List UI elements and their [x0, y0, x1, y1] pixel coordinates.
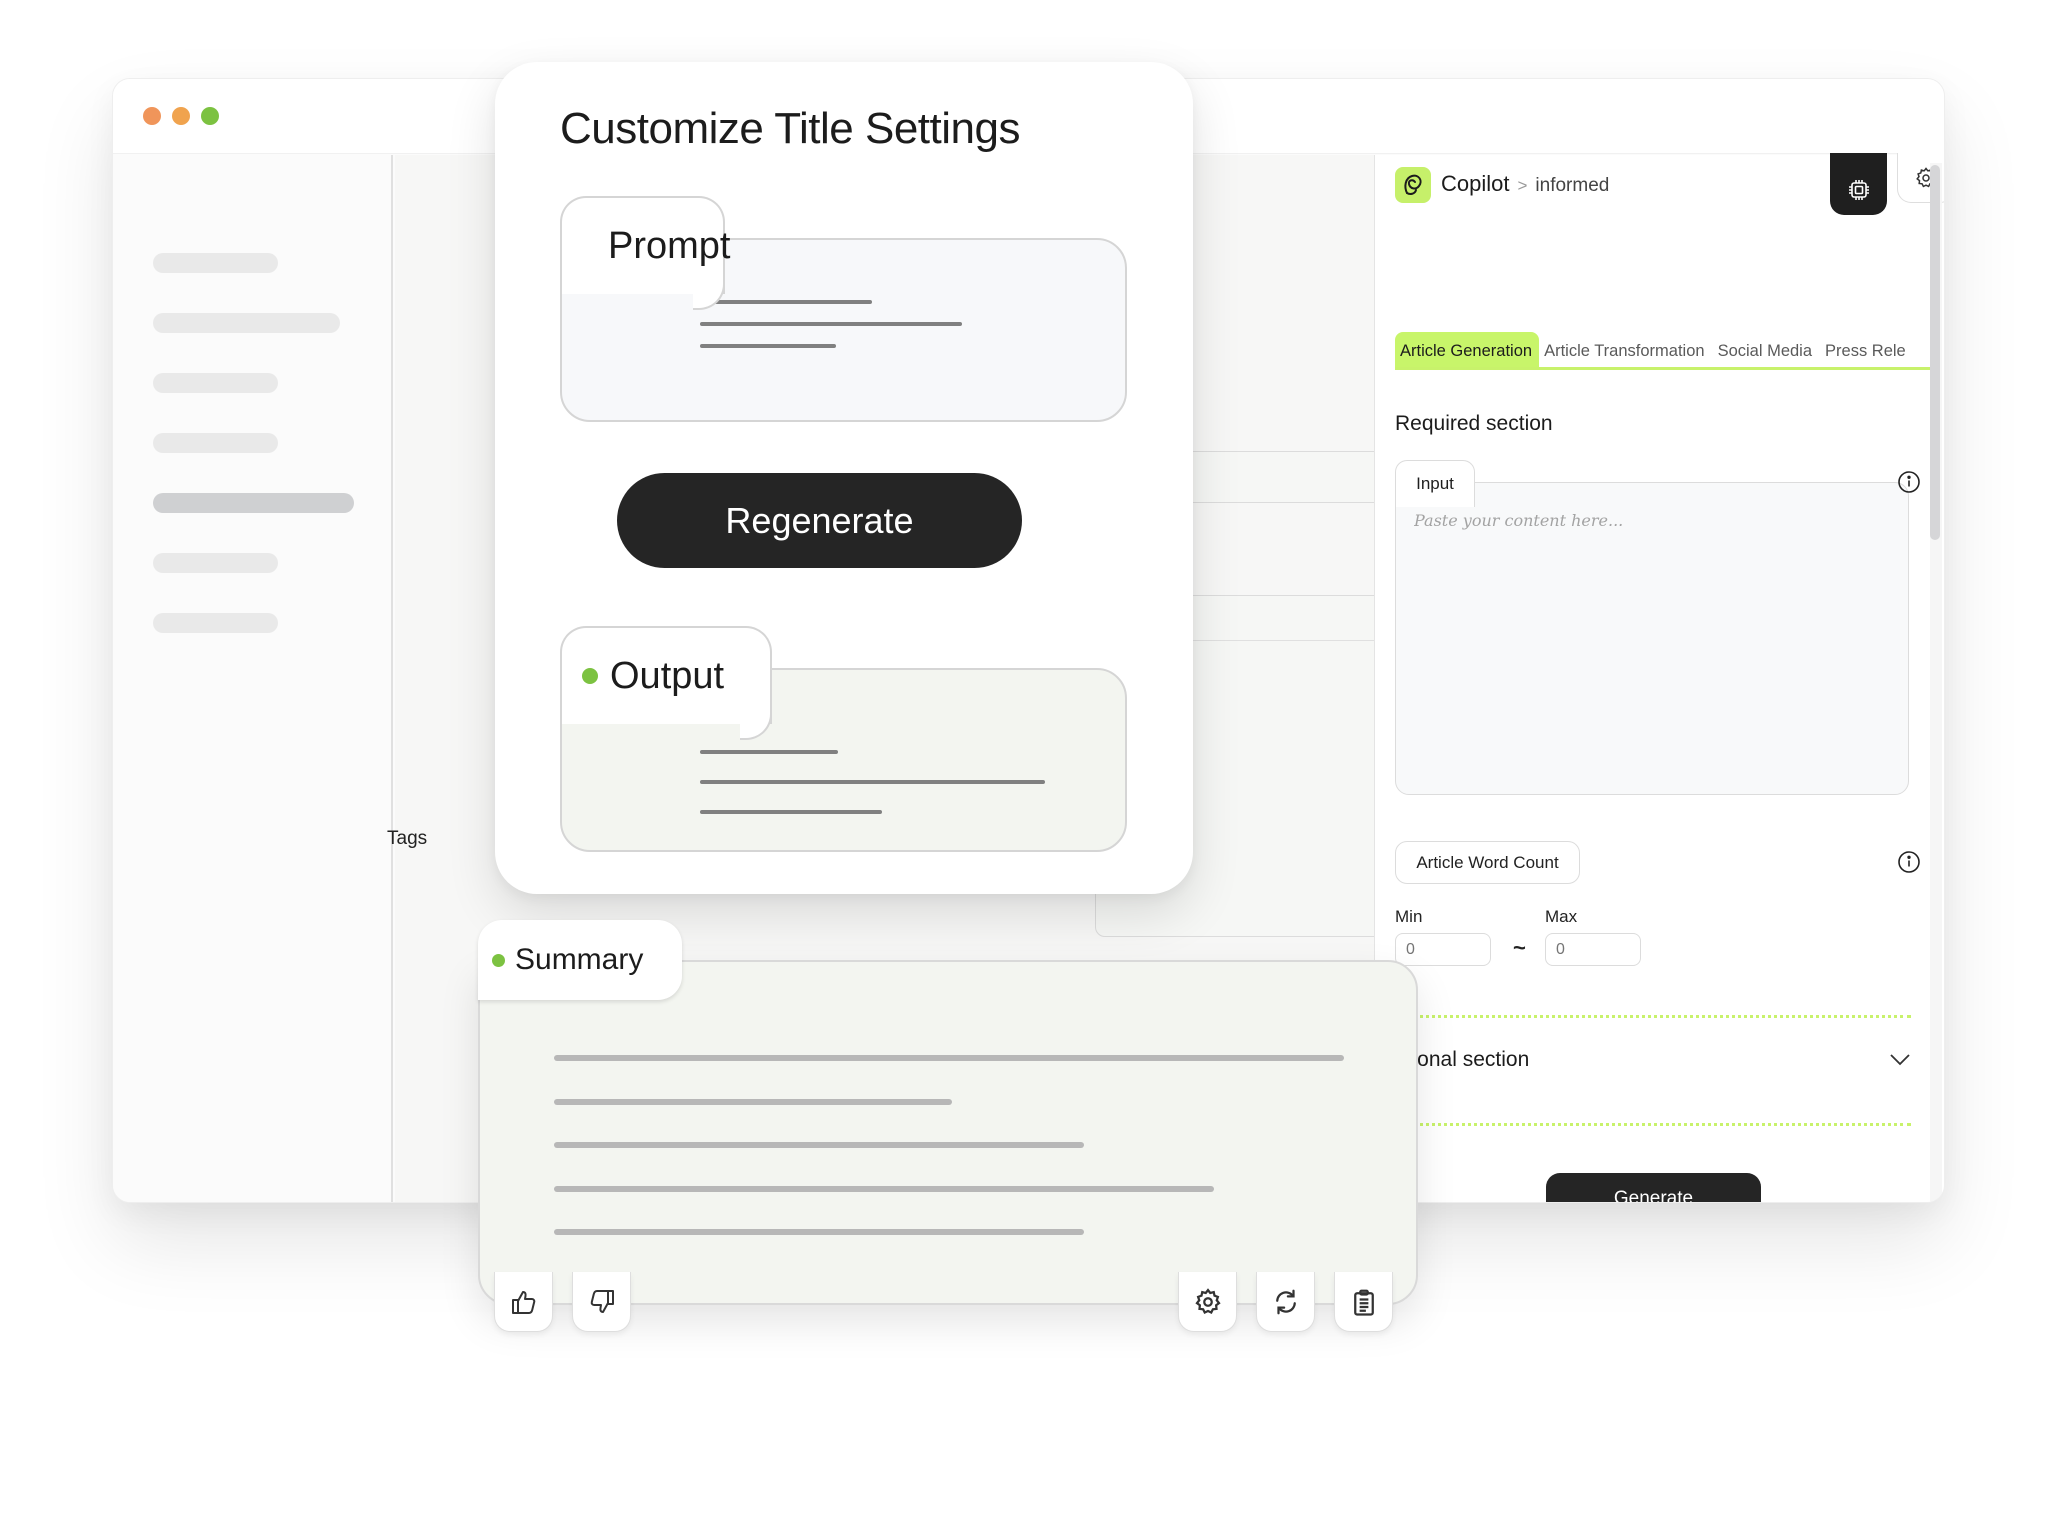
sidebar-item[interactable]	[153, 553, 278, 573]
window-minimize-button[interactable]	[172, 107, 190, 125]
breadcrumb: Copilot > informed	[1441, 171, 1609, 197]
copilot-tabs: Article Generation Article Transformatio…	[1395, 332, 1941, 370]
chevron-down-icon	[1890, 1054, 1910, 1066]
chip-icon	[1848, 180, 1869, 200]
sidebar-item[interactable]	[153, 613, 278, 633]
output-label-text: Output	[610, 654, 725, 697]
output-label: Output	[560, 626, 772, 740]
scrollbar-thumb[interactable]	[1930, 165, 1940, 540]
gear-icon	[1194, 1287, 1221, 1314]
info-icon[interactable]	[1897, 470, 1921, 494]
copy-button[interactable]	[1334, 1272, 1393, 1332]
generate-button[interactable]: Generate	[1546, 1173, 1761, 1202]
divider	[1395, 1123, 1911, 1126]
tab-press-release[interactable]: Press Rele	[1820, 332, 1914, 367]
copilot-logo-icon	[1395, 167, 1431, 203]
summary-label: Summary	[478, 920, 682, 1000]
summary-box	[478, 960, 1418, 1305]
tab-social-media[interactable]: Social Media	[1713, 332, 1820, 367]
thumbs-down-button[interactable]	[572, 1272, 631, 1332]
tab-article-transformation[interactable]: Article Transformation	[1539, 332, 1712, 367]
article-word-count-label: Article Word Count	[1395, 841, 1580, 884]
text-line	[700, 322, 962, 326]
max-word-count-input[interactable]	[1545, 933, 1641, 966]
summary-label-text: Summary	[515, 943, 644, 976]
status-dot-icon	[582, 668, 598, 684]
summary-card: Summary	[478, 920, 1418, 1340]
brand-name: Copilot	[1441, 171, 1510, 196]
window-maximize-button[interactable]	[201, 107, 219, 125]
divider	[1395, 1015, 1911, 1018]
sidebar-item[interactable]	[153, 253, 278, 273]
sidebar-item-active[interactable]	[153, 493, 354, 513]
breadcrumb-separator: >	[1517, 176, 1528, 195]
text-line	[554, 1142, 1084, 1148]
breadcrumb-item[interactable]: informed	[1535, 175, 1609, 197]
optional-section-toggle[interactable]: ptional section	[1395, 1035, 1911, 1085]
settings-button[interactable]	[1178, 1272, 1237, 1332]
text-line	[700, 750, 838, 754]
text-line	[554, 1186, 1214, 1192]
thumbs-down-icon	[590, 1289, 614, 1313]
info-icon[interactable]	[1897, 850, 1921, 874]
text-line	[554, 1055, 1344, 1061]
prompt-label-text: Prompt	[608, 224, 731, 267]
text-line	[554, 1229, 1084, 1235]
card-title: Customize Title Settings	[560, 104, 1020, 153]
customize-title-settings-card: Customize Title Settings Prompt Regenera…	[495, 62, 1193, 894]
content-input[interactable]	[1414, 511, 1884, 761]
sidebar-item[interactable]	[153, 313, 340, 333]
tags-label: Tags	[387, 828, 428, 849]
refresh-icon	[1275, 1289, 1296, 1314]
copilot-panel: Copilot > informed Article Generation Ar…	[1374, 153, 1944, 1202]
text-line	[700, 810, 882, 814]
input-label: Input	[1395, 460, 1475, 507]
tab-article-generation[interactable]: Article Generation	[1395, 332, 1540, 367]
required-section-heading: Required section	[1395, 412, 1553, 435]
refresh-button[interactable]	[1256, 1272, 1315, 1332]
prompt-label: Prompt	[560, 196, 730, 310]
thumbs-up-button[interactable]	[494, 1272, 553, 1332]
regenerate-button[interactable]: Regenerate	[617, 473, 1022, 568]
sidebar-item[interactable]	[153, 433, 278, 453]
thumbs-up-icon	[511, 1290, 535, 1314]
text-line	[700, 344, 836, 348]
max-label: Max	[1545, 907, 1578, 926]
input-container	[1395, 482, 1909, 795]
range-separator: ~	[1513, 935, 1526, 960]
status-dot-icon	[492, 953, 505, 967]
sidebar	[113, 155, 393, 1202]
text-line	[554, 1099, 952, 1105]
window-close-button[interactable]	[143, 107, 161, 125]
text-line	[700, 780, 1045, 784]
clipboard-icon	[1353, 1289, 1374, 1316]
model-chip-button[interactable]	[1830, 153, 1887, 215]
sidebar-item[interactable]	[153, 373, 278, 393]
